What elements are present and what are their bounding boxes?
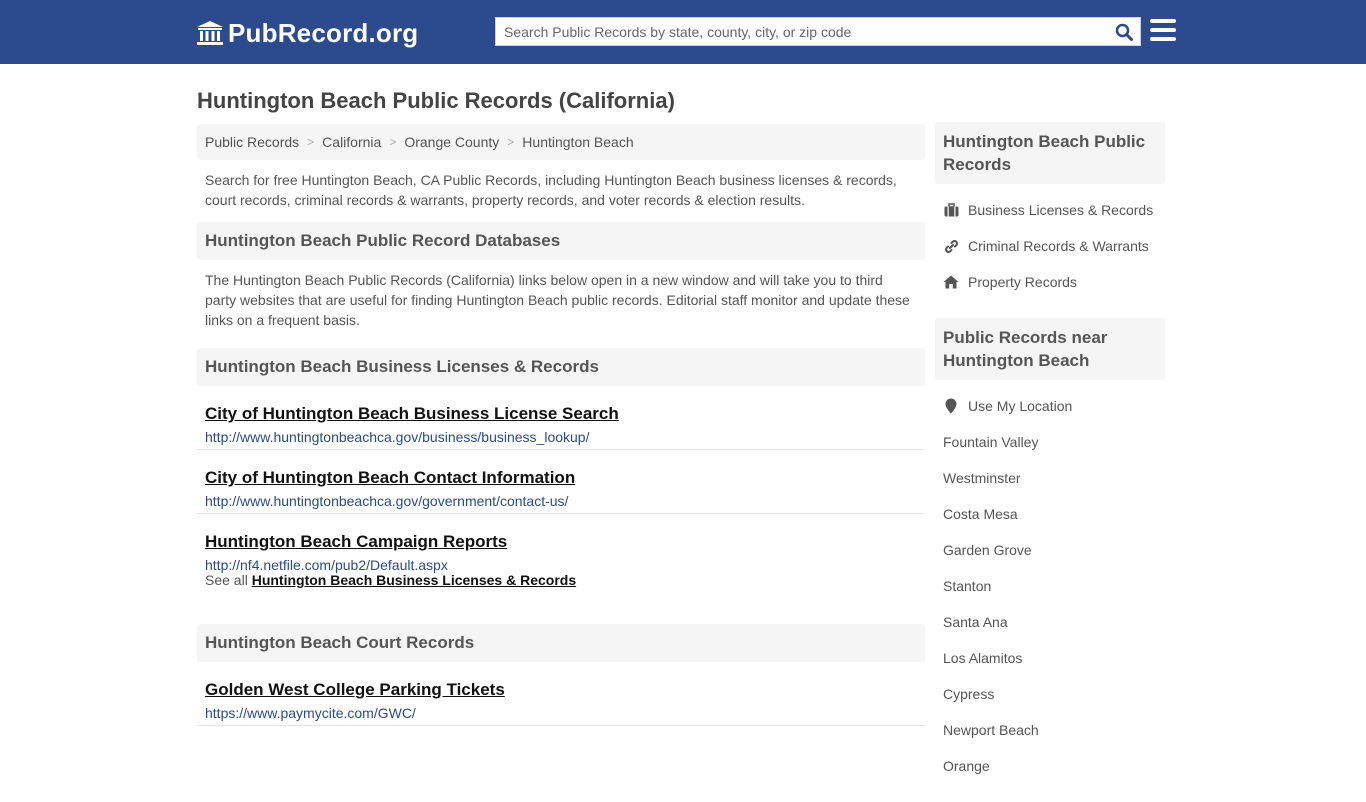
nearby-city-link[interactable]: Orange xyxy=(935,748,1165,784)
site-logo[interactable]: PubRecord.org xyxy=(196,16,418,50)
home-icon xyxy=(943,274,959,290)
sidebar-records-heading: Huntington Beach Public Records xyxy=(935,122,1165,184)
sidebar-item-criminal[interactable]: Criminal Records & Warrants xyxy=(935,228,1165,264)
databases-description: The Huntington Beach Public Records (Cal… xyxy=(205,272,910,328)
record-link-url: http://nf4.netfile.com/pub2/Default.aspx xyxy=(205,557,448,573)
search-bar xyxy=(495,17,1141,46)
list-item: Golden West College Parking Tickets http… xyxy=(197,662,925,726)
breadcrumb-item-california[interactable]: California xyxy=(322,134,381,150)
record-link-url: https://www.paymycite.com/GWC/ xyxy=(205,705,416,721)
record-link-title[interactable]: City of Huntington Beach Contact Informa… xyxy=(205,468,575,488)
sidebar-item-label: Criminal Records & Warrants xyxy=(968,238,1149,254)
use-my-location-label: Use My Location xyxy=(968,398,1073,414)
record-link-title[interactable]: City of Huntington Beach Business Licens… xyxy=(205,404,619,424)
databases-heading: Huntington Beach Public Record Databases xyxy=(197,222,925,260)
business-heading: Huntington Beach Business Licenses & Rec… xyxy=(197,348,925,386)
court-heading: Huntington Beach Court Records xyxy=(197,624,925,662)
sidebar-records-list: Business Licenses & Records Criminal Rec… xyxy=(935,184,1165,318)
hamburger-menu-icon[interactable] xyxy=(1150,19,1176,43)
courthouse-icon xyxy=(197,21,223,45)
breadcrumb-item-huntington-beach[interactable]: Huntington Beach xyxy=(522,134,633,150)
nearby-city-link[interactable]: Cypress xyxy=(935,676,1165,712)
breadcrumb-separator: > xyxy=(389,135,397,149)
search-icon xyxy=(1115,23,1133,41)
business-link-list: City of Huntington Beach Business Licens… xyxy=(197,386,925,573)
court-link-list: Golden West College Parking Tickets http… xyxy=(197,662,925,726)
sidebar-nearby-heading: Public Records near Huntington Beach xyxy=(935,318,1165,380)
record-link-url: http://www.huntingtonbeachca.gov/governm… xyxy=(205,493,569,509)
breadcrumb: Public Records > California > Orange Cou… xyxy=(197,124,925,160)
use-my-location-link[interactable]: Use My Location xyxy=(935,388,1165,424)
see-all-business-link[interactable]: Huntington Beach Business Licenses & Rec… xyxy=(252,572,576,588)
search-button[interactable] xyxy=(1108,18,1140,45)
nearby-city-link[interactable]: Santa Ana xyxy=(935,604,1165,640)
main-content: Public Records > California > Orange Cou… xyxy=(197,124,925,726)
nearby-city-link[interactable]: Los Alamitos xyxy=(935,640,1165,676)
page-title: Huntington Beach Public Records (Califor… xyxy=(197,88,675,113)
logo-text: PubRecord.org xyxy=(228,17,419,48)
map-marker-icon xyxy=(943,398,959,414)
sidebar-item-business[interactable]: Business Licenses & Records xyxy=(935,192,1165,228)
link-icon xyxy=(943,238,959,254)
sidebar-nearby-list: Use My Location Fountain Valley Westmins… xyxy=(935,380,1165,802)
list-item: City of Huntington Beach Business Licens… xyxy=(197,386,925,450)
nearby-city-link[interactable]: Stanton xyxy=(935,568,1165,604)
breadcrumb-separator: > xyxy=(307,135,315,149)
top-navbar: PubRecord.org xyxy=(0,0,1366,64)
nearby-city-link[interactable]: Fountain Valley xyxy=(935,424,1165,460)
sidebar-item-property[interactable]: Property Records xyxy=(935,264,1165,300)
record-link-title[interactable]: Huntington Beach Campaign Reports xyxy=(205,532,507,552)
nearby-city-link[interactable]: Westminster xyxy=(935,460,1165,496)
sidebar: Huntington Beach Public Records Business… xyxy=(935,122,1165,802)
breadcrumb-item-orange-county[interactable]: Orange County xyxy=(404,134,499,150)
sidebar-item-label: Business Licenses & Records xyxy=(968,202,1154,218)
see-all-prefix: See all xyxy=(205,572,248,588)
record-link-title[interactable]: Golden West College Parking Tickets xyxy=(205,680,505,700)
briefcase-icon xyxy=(943,202,959,218)
list-item: Huntington Beach Campaign Reports http:/… xyxy=(197,514,925,573)
sidebar-item-label: Property Records xyxy=(968,274,1077,290)
list-item: City of Huntington Beach Contact Informa… xyxy=(197,450,925,514)
nearby-city-link[interactable]: Garden Grove xyxy=(935,532,1165,568)
record-link-url: http://www.huntingtonbeachca.gov/busines… xyxy=(205,429,590,445)
breadcrumb-separator: > xyxy=(507,135,515,149)
nearby-city-link[interactable]: Costa Mesa xyxy=(935,496,1165,532)
nearby-city-link[interactable]: Newport Beach xyxy=(935,712,1165,748)
see-all-business: See all Huntington Beach Business Licens… xyxy=(197,572,925,624)
breadcrumb-item-public-records[interactable]: Public Records xyxy=(205,134,299,150)
search-input[interactable] xyxy=(496,18,1108,45)
intro-text: Search for free Huntington Beach, CA Pub… xyxy=(205,172,897,208)
